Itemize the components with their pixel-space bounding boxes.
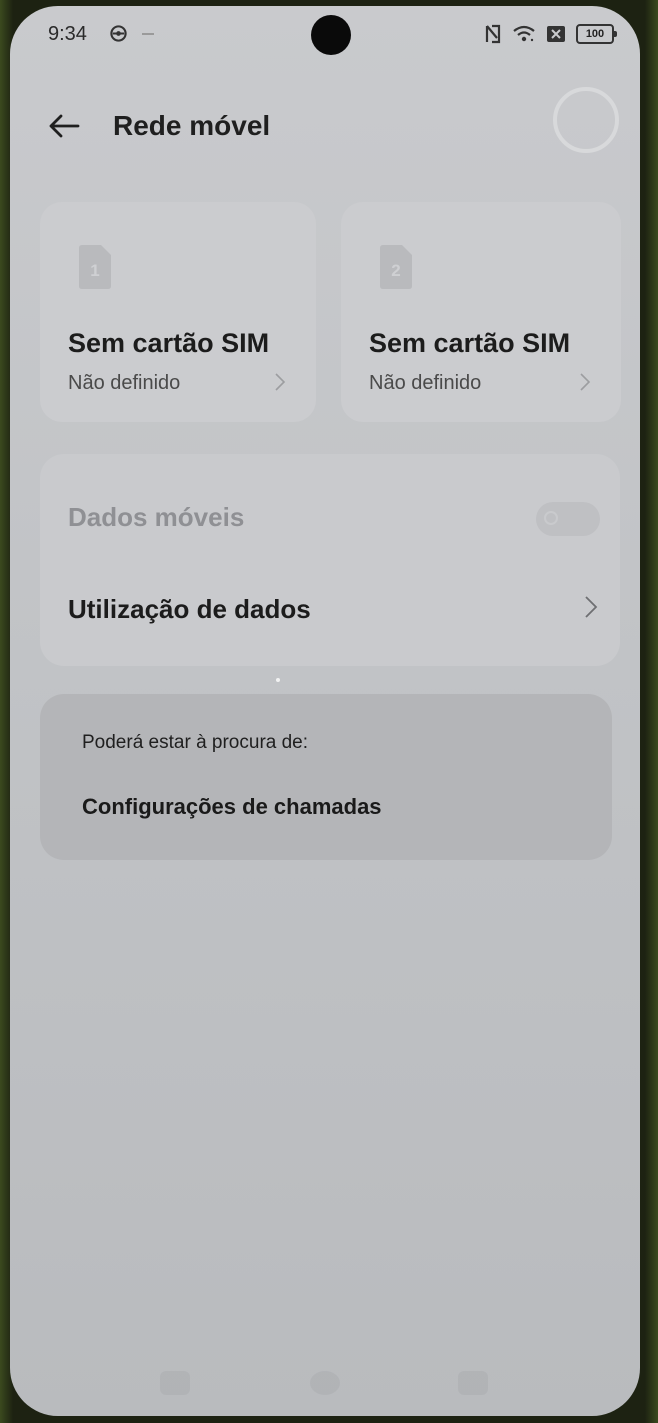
mobile-data-label: Dados móveis xyxy=(68,502,245,532)
front-camera xyxy=(311,15,351,55)
chevron-right-icon[interactable] xyxy=(584,595,598,619)
status-time: 9:34 xyxy=(48,23,87,45)
status-icons: 100 xyxy=(484,24,617,44)
settings-gear-icon xyxy=(110,25,127,42)
sim-2-subtitle: Não definido xyxy=(369,372,482,394)
sim-1-title: Sem cartão SIM xyxy=(68,328,270,358)
back-arrow-icon[interactable] xyxy=(46,108,82,144)
sim-1-subtitle: Não definido xyxy=(68,372,181,394)
sim-2-icon: 2 xyxy=(380,245,412,289)
scroll-indicator-dot xyxy=(276,678,280,682)
nfc-icon xyxy=(485,24,501,44)
status-dash xyxy=(142,33,154,35)
sim-2-number: 2 xyxy=(391,261,400,280)
wifi-icon xyxy=(513,25,535,42)
battery-icon: 100 xyxy=(576,24,617,44)
sim-card-2[interactable]: 2 Sem cartão SIM Não definido xyxy=(341,202,621,422)
suggestions-card: Poderá estar à procura de: Configurações… xyxy=(40,694,612,860)
data-usage-label[interactable]: Utilização de dados xyxy=(68,594,311,625)
nav-recent-hint xyxy=(160,1371,190,1395)
chevron-right-icon xyxy=(580,373,591,391)
suggestions-label: Poderá estar à procura de: xyxy=(82,732,309,753)
nav-home-hint xyxy=(310,1371,340,1395)
screen: 9:34 100 Rede móvel 1 Sem cartão SIM Não… xyxy=(10,6,640,1416)
nav-back-hint xyxy=(458,1371,488,1395)
data-settings-card: Dados móveis Utilização de dados xyxy=(40,454,620,666)
phone-frame: 9:34 100 Rede móvel 1 Sem cartão SIM Não… xyxy=(0,0,658,1423)
mobile-data-toggle[interactable] xyxy=(536,502,600,536)
sim-2-title: Sem cartão SIM xyxy=(369,328,571,358)
suggestion-call-settings[interactable]: Configurações de chamadas xyxy=(82,794,382,820)
chevron-right-icon xyxy=(275,373,286,391)
no-sim-icon xyxy=(547,26,565,42)
floating-circle xyxy=(553,87,619,153)
sim-1-icon: 1 xyxy=(79,245,111,289)
page-title: Rede móvel xyxy=(113,110,271,141)
sim-card-1[interactable]: 1 Sem cartão SIM Não definido xyxy=(40,202,316,422)
sim-1-number: 1 xyxy=(90,261,99,280)
header: Rede móvel xyxy=(10,86,640,166)
toggle-knob xyxy=(544,511,558,525)
